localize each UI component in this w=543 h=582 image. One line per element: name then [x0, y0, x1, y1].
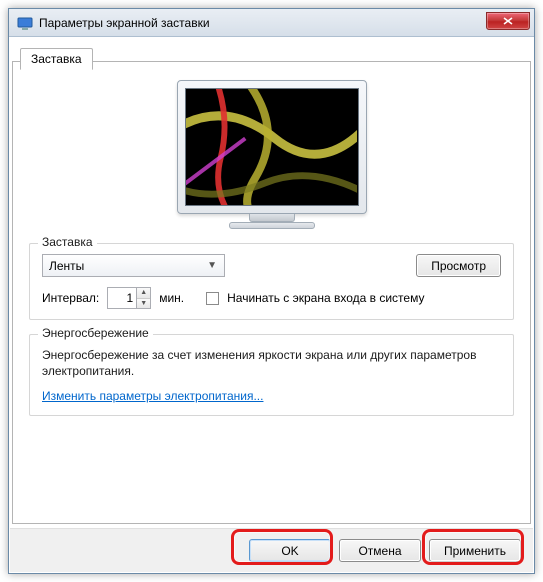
interval-label: Интервал: [42, 291, 99, 305]
ribbons-icon [186, 89, 358, 206]
close-icon [503, 17, 513, 25]
close-button[interactable] [486, 12, 530, 30]
apply-button[interactable]: Применить [429, 539, 521, 562]
preview-area [29, 80, 514, 229]
interval-unit: мин. [159, 291, 184, 305]
spin-down-icon[interactable]: ▼ [137, 299, 150, 309]
cancel-button[interactable]: Отмена [339, 539, 421, 562]
screensaver-legend: Заставка [38, 235, 97, 249]
monitor-preview [177, 80, 367, 229]
dialog-window: Параметры экранной заставки Заставка [8, 8, 535, 574]
resume-checkbox-label: Начинать с экрана входа в систему [227, 291, 424, 305]
screensaver-group: Заставка Ленты ▼ Просмотр Интервал: ▲ [29, 243, 514, 320]
button-bar: OK Отмена Применить [10, 528, 533, 572]
chevron-down-icon: ▼ [204, 260, 220, 271]
screensaver-selected-value: Ленты [49, 259, 84, 273]
energy-text: Энергосбережение за счет изменения яркос… [42, 347, 501, 379]
spin-up-icon[interactable]: ▲ [137, 288, 150, 299]
screensaver-preview [185, 88, 359, 206]
resume-checkbox[interactable] [206, 292, 219, 305]
energy-group: Энергосбережение Энергосбережение за сче… [29, 334, 514, 416]
interval-stepper[interactable]: ▲ ▼ [107, 287, 151, 309]
energy-legend: Энергосбережение [38, 326, 153, 340]
client-area: Заставка [10, 38, 533, 572]
power-settings-link[interactable]: Изменить параметры электропитания... [42, 389, 263, 403]
interval-input[interactable] [108, 288, 136, 308]
preview-button[interactable]: Просмотр [416, 254, 501, 277]
window-title: Параметры экранной заставки [39, 16, 486, 30]
tab-panel: Заставка Ленты ▼ Просмотр Интервал: ▲ [12, 61, 531, 524]
screensaver-select[interactable]: Ленты ▼ [42, 254, 225, 277]
app-icon [17, 15, 33, 31]
tab-screensaver[interactable]: Заставка [20, 48, 93, 70]
titlebar[interactable]: Параметры экранной заставки [9, 9, 534, 37]
ok-button[interactable]: OK [249, 539, 331, 562]
